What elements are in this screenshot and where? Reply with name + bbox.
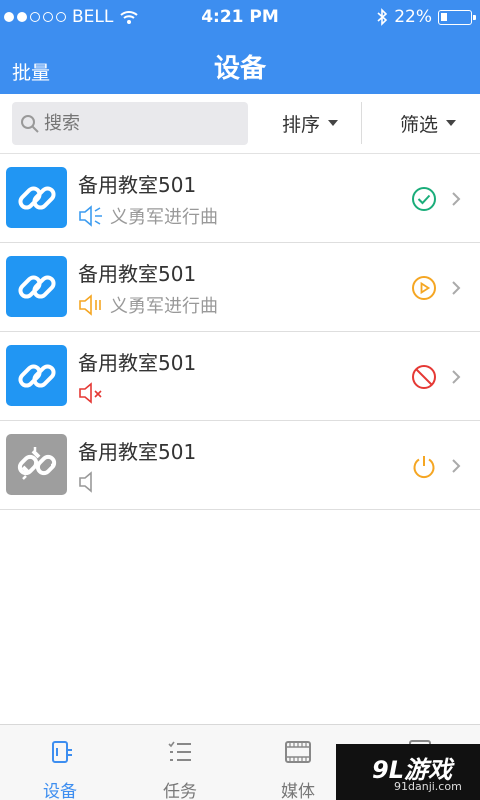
link-icon bbox=[6, 167, 67, 228]
chevron-right-icon bbox=[452, 370, 461, 384]
speaker-idle-icon bbox=[79, 471, 92, 493]
device-row[interactable]: 备用教室501 义勇军进行曲 bbox=[0, 243, 480, 332]
tab-label: 设备 bbox=[43, 782, 77, 800]
media-film-icon bbox=[285, 741, 311, 763]
tab-tasks[interactable]: 任务 bbox=[130, 737, 230, 800]
toolbar: 排序 筛选 bbox=[0, 94, 480, 154]
page-title: 设备 bbox=[213, 54, 266, 84]
power-icon bbox=[413, 456, 435, 479]
chevron-right-icon bbox=[452, 281, 461, 295]
sort-label: 排序 bbox=[281, 113, 320, 136]
tab-devices[interactable]: 设备 bbox=[10, 737, 110, 800]
device-row[interactable]: 备用教室501 义勇军进行曲 bbox=[0, 154, 480, 243]
caret-down-icon bbox=[446, 120, 456, 126]
filter-dropdown[interactable]: 筛选 bbox=[380, 108, 476, 138]
speaker-muted-icon bbox=[79, 382, 102, 404]
speaker-playing-icon bbox=[79, 205, 102, 227]
caret-down-icon bbox=[328, 120, 338, 126]
blocked-icon bbox=[412, 365, 436, 389]
search-box[interactable] bbox=[12, 102, 248, 145]
track-name: 义勇军进行曲 bbox=[110, 207, 218, 228]
tab-label: 媒体 bbox=[281, 782, 315, 800]
chevron-right-icon bbox=[452, 459, 461, 473]
broken-link-icon bbox=[6, 434, 67, 495]
track-name: 义勇军进行曲 bbox=[110, 296, 218, 317]
search-icon bbox=[21, 114, 39, 133]
battery-icon bbox=[438, 9, 476, 25]
status-bar: BELL 4:21 PM 22% bbox=[0, 0, 480, 34]
battery-percent: 22% bbox=[394, 7, 432, 27]
watermark-domain: 91danji.com bbox=[394, 780, 462, 793]
device-row[interactable]: 备用教室501 bbox=[0, 332, 480, 421]
device-list: 备用教室501 义勇军进行曲 备用教室501 义勇军进行曲 备用教室501 备用… bbox=[0, 154, 480, 510]
task-list-icon bbox=[168, 741, 191, 761]
link-icon bbox=[6, 345, 67, 406]
link-icon bbox=[6, 256, 67, 317]
tab-media[interactable]: 媒体 bbox=[248, 737, 348, 800]
play-circle-icon bbox=[412, 276, 436, 300]
device-icon bbox=[52, 741, 72, 763]
tab-label: 任务 bbox=[163, 782, 197, 800]
watermark-logo: 9L游戏 91danji.com bbox=[336, 744, 480, 800]
sort-dropdown[interactable]: 排序 bbox=[262, 108, 358, 138]
device-row[interactable]: 备用教室501 bbox=[0, 421, 480, 510]
device-name: 备用教室501 bbox=[78, 440, 197, 464]
filter-label: 筛选 bbox=[399, 113, 438, 136]
top-bar: BELL 4:21 PM 22% 批量 设备 bbox=[0, 0, 480, 94]
chevron-right-icon bbox=[452, 192, 461, 206]
check-circle-icon bbox=[412, 187, 436, 211]
device-name: 备用教室501 bbox=[78, 351, 197, 375]
device-name: 备用教室501 bbox=[78, 173, 197, 197]
speaker-paused-icon bbox=[79, 294, 101, 316]
divider bbox=[361, 102, 362, 144]
search-input[interactable] bbox=[44, 113, 234, 134]
bluetooth-icon bbox=[377, 8, 388, 26]
device-name: 备用教室501 bbox=[78, 262, 197, 286]
